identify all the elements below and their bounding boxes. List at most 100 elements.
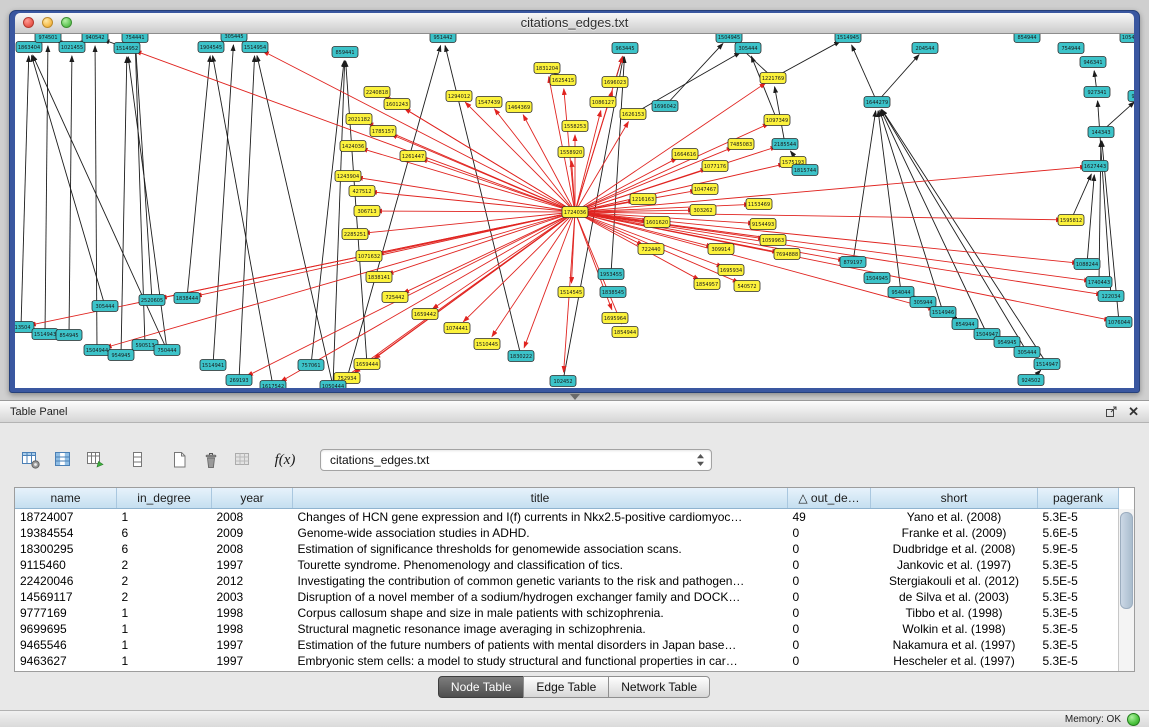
- cell-title[interactable]: Changes of HCN gene expression and I(f) …: [293, 509, 788, 526]
- graph-node[interactable]: 1047467: [692, 184, 718, 195]
- graph-node[interactable]: 144343: [1088, 127, 1114, 138]
- graph-node[interactable]: 1504945: [716, 34, 742, 43]
- cell-title[interactable]: Genome-wide association studies in ADHD.: [293, 525, 788, 541]
- cell-year[interactable]: 1998: [212, 605, 293, 621]
- cell-title[interactable]: Estimation of significance thresholds fo…: [293, 541, 788, 557]
- graph-edge[interactable]: [263, 51, 575, 212]
- graph-node[interactable]: 1071632: [356, 251, 382, 262]
- graph-edge[interactable]: [852, 45, 877, 102]
- graph-edge[interactable]: [751, 56, 777, 120]
- graph-node[interactable]: 1854944: [612, 327, 638, 338]
- graph-node[interactable]: 1696042: [652, 101, 678, 112]
- graph-node[interactable]: 1514943: [32, 329, 58, 340]
- column-header-pagerank[interactable]: pagerank: [1038, 488, 1119, 509]
- graph-node[interactable]: 1696023: [602, 77, 628, 88]
- graph-node[interactable]: 754944: [1058, 43, 1084, 54]
- graph-node[interactable]: 204544: [912, 43, 938, 54]
- cell-pagerank[interactable]: 5.3E-5: [1038, 509, 1119, 526]
- graph-edge[interactable]: [136, 46, 152, 300]
- column-header-name[interactable]: name: [15, 488, 117, 509]
- graph-node[interactable]: 1659444: [354, 359, 380, 370]
- cell-name[interactable]: 22420046: [15, 573, 117, 589]
- graph-edge[interactable]: [21, 56, 29, 327]
- graph-node[interactable]: 1695964: [602, 313, 628, 324]
- column-header-short[interactable]: short: [871, 488, 1038, 509]
- graph-node[interactable]: 1785157: [370, 126, 396, 137]
- table-row[interactable]: 911546021997Tourette syndrome. Phenomeno…: [15, 557, 1119, 573]
- graph-node[interactable]: 313504: [15, 322, 34, 333]
- cell-short[interactable]: Wolkin et al. (1998): [871, 621, 1038, 637]
- graph-node[interactable]: 959441: [1128, 91, 1134, 102]
- graph-node[interactable]: 725442: [382, 292, 408, 303]
- cell-short[interactable]: Nakamura et al. (1997): [871, 637, 1038, 653]
- graph-node[interactable]: 963445: [612, 43, 638, 54]
- cell-name[interactable]: 19384554: [15, 525, 117, 541]
- graph-node[interactable]: 854944: [952, 319, 978, 330]
- delete-icon[interactable]: [198, 449, 224, 471]
- graph-node[interactable]: 1838545: [600, 287, 626, 298]
- table-select-combo[interactable]: citations_edges.txt: [320, 449, 712, 471]
- cell-title[interactable]: Estimation of the future numbers of pati…: [293, 637, 788, 653]
- cell-pagerank[interactable]: 5.5E-5: [1038, 573, 1119, 589]
- graph-node[interactable]: 1740443: [1086, 277, 1112, 288]
- minimize-window-button[interactable]: [42, 17, 53, 28]
- graph-node[interactable]: 1504944: [84, 345, 110, 356]
- cell-out_degree[interactable]: 0: [788, 589, 871, 605]
- graph-node[interactable]: 1830222: [508, 351, 534, 362]
- cell-title[interactable]: Structural magnetic resonance image aver…: [293, 621, 788, 637]
- graph-edge[interactable]: [376, 211, 575, 212]
- cell-year[interactable]: 2008: [212, 509, 293, 526]
- function-builder-icon[interactable]: f(x): [272, 449, 298, 471]
- graph-node[interactable]: 306713: [354, 206, 380, 217]
- graph-node[interactable]: 1627443: [1082, 161, 1108, 172]
- graph-edge[interactable]: [128, 57, 167, 350]
- graph-node[interactable]: 1831204: [534, 63, 560, 74]
- graph-node[interactable]: 1021455: [59, 42, 85, 53]
- graph-node[interactable]: 1050444: [320, 381, 346, 389]
- cell-pagerank[interactable]: 5.3E-5: [1038, 589, 1119, 605]
- cell-title[interactable]: Corpus callosum shape and size in male p…: [293, 605, 788, 621]
- graph-node[interactable]: 954044: [888, 287, 914, 298]
- cell-short[interactable]: Jankovic et al. (1997): [871, 557, 1038, 573]
- graph-node[interactable]: 1558920: [558, 147, 584, 158]
- cell-out_degree[interactable]: 0: [788, 573, 871, 589]
- graph-node[interactable]: 1514945: [835, 34, 861, 43]
- graph-node[interactable]: 1664616: [672, 149, 698, 160]
- cell-name[interactable]: 14569117: [15, 589, 117, 605]
- scrollbar-thumb[interactable]: [1120, 512, 1133, 609]
- cell-in_degree[interactable]: 2: [117, 589, 212, 605]
- graph-node[interactable]: 854945: [56, 330, 82, 341]
- network-view[interactable]: 1863404974501102145594054215149527544411…: [15, 34, 1134, 388]
- graph-node[interactable]: 1695934: [718, 265, 744, 276]
- graph-node[interactable]: 1514545: [558, 287, 584, 298]
- cell-out_degree[interactable]: 0: [788, 525, 871, 541]
- graph-edge[interactable]: [106, 212, 575, 348]
- close-panel-icon[interactable]: ✕: [1128, 405, 1139, 418]
- cell-name[interactable]: 9115460: [15, 557, 117, 573]
- graph-edge[interactable]: [69, 56, 72, 335]
- cell-out_degree[interactable]: 0: [788, 621, 871, 637]
- cell-pagerank[interactable]: 5.6E-5: [1038, 525, 1119, 541]
- graph-node[interactable]: 1464369: [506, 102, 532, 113]
- graph-node[interactable]: 303262: [690, 205, 716, 216]
- cell-name[interactable]: 9465546: [15, 637, 117, 653]
- table-row[interactable]: 1456911722003Disruption of a novel membe…: [15, 589, 1119, 605]
- graph-node[interactable]: 1514941: [200, 360, 226, 371]
- cell-short[interactable]: Yano et al. (2008): [871, 509, 1038, 526]
- graph-node[interactable]: 1626153: [620, 109, 646, 120]
- network-canvas[interactable]: 1863404974501102145594054215149527544411…: [15, 34, 1134, 388]
- cell-name[interactable]: 18724007: [15, 509, 117, 526]
- graph-node[interactable]: 951442: [430, 34, 456, 43]
- graph-node[interactable]: 1074441: [444, 323, 470, 334]
- graph-node[interactable]: 927341: [1084, 87, 1110, 98]
- graph-edge[interactable]: [549, 77, 575, 212]
- graph-node[interactable]: 1088244: [1074, 259, 1100, 270]
- graph-edge[interactable]: [575, 124, 769, 212]
- graph-node[interactable]: 305445: [221, 34, 247, 42]
- cell-pagerank[interactable]: 5.3E-5: [1038, 653, 1119, 669]
- table-row[interactable]: 1872400712008Changes of HCN gene express…: [15, 509, 1119, 526]
- graph-node[interactable]: 946341: [1080, 57, 1106, 68]
- graph-node[interactable]: 1617542: [260, 381, 286, 389]
- graph-node[interactable]: 2285251: [342, 229, 368, 240]
- tab-network-table[interactable]: Network Table: [608, 676, 710, 698]
